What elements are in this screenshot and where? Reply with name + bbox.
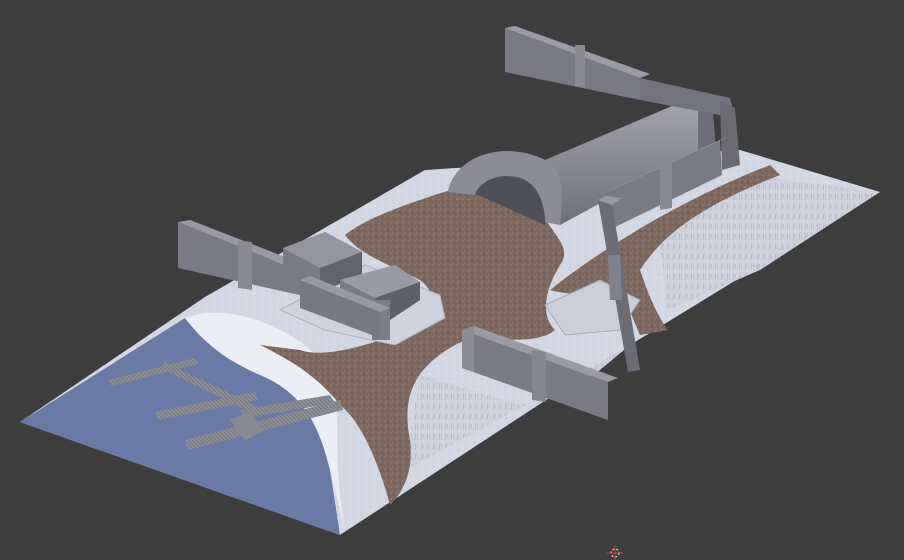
3d-viewport[interactable]	[0, 0, 904, 560]
wall-right-a	[720, 100, 740, 170]
cursor-crosshair-icon	[607, 545, 623, 560]
wall-back-right	[505, 26, 735, 118]
isometric-military-base-scene	[20, 26, 880, 560]
